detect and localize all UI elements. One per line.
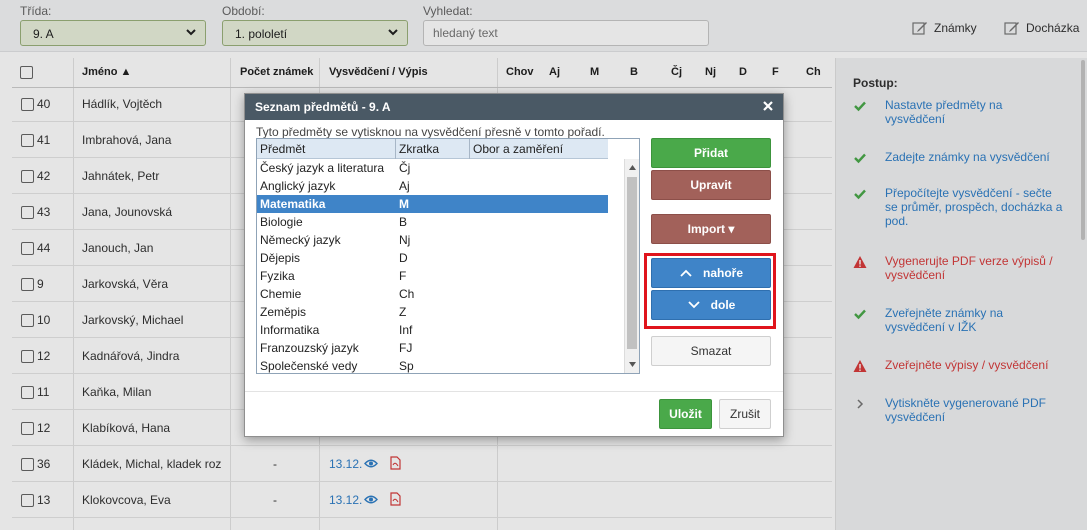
subject-abbr: Ch xyxy=(399,287,415,301)
subject-name: Franzouzský jazyk xyxy=(260,341,359,355)
list-item[interactable]: Společenské vedy Sp xyxy=(257,357,608,373)
subject-abbr: D xyxy=(399,251,408,265)
subject-abbr: Inf xyxy=(399,323,413,337)
subject-abbr: Aj xyxy=(399,179,410,193)
cancel-button[interactable]: Zrušit xyxy=(719,399,771,429)
list-item[interactable]: Fyzika F xyxy=(257,267,608,285)
import-button[interactable]: Import ▾ xyxy=(651,214,771,244)
column-divider xyxy=(469,139,470,159)
subject-name: Chemie xyxy=(260,287,302,301)
cancel-button-label: Zrušit xyxy=(730,407,760,421)
subject-abbr: Čj xyxy=(399,161,411,175)
list-item[interactable]: Informatika Inf xyxy=(257,321,608,339)
subject-abbr: F xyxy=(399,269,407,283)
subject-name: Anglický jazyk xyxy=(260,179,336,193)
dialog-footer-divider xyxy=(245,391,783,392)
delete-button-label: Smazat xyxy=(690,344,732,358)
column-abbr: Zkratka xyxy=(399,142,440,156)
add-button[interactable]: Přidat xyxy=(651,138,771,168)
list-bottom-edge xyxy=(257,373,608,374)
list-item[interactable]: Franzouzský jazyk FJ xyxy=(257,339,608,357)
dialog-description: Tyto předměty se vytisknou na vysvědčení… xyxy=(256,125,605,139)
highlight-frame xyxy=(644,253,776,329)
subject-name: Informatika xyxy=(260,323,320,337)
subject-name: Zeměpis xyxy=(260,305,307,319)
dialog-header: Seznam předmětů - 9. A xyxy=(245,94,783,120)
column-field: Obor a zaměření xyxy=(473,142,564,156)
subject-name: Dějepis xyxy=(260,251,301,265)
scrollbar-thumb[interactable] xyxy=(627,177,637,349)
subject-abbr: M xyxy=(399,197,409,211)
list-header: Předmět Zkratka Obor a zaměření xyxy=(257,139,608,159)
subject-name: Český jazyk a literatura xyxy=(260,161,385,175)
subject-abbr: Nj xyxy=(399,233,411,247)
subject-name: Biologie xyxy=(260,215,303,229)
list-item[interactable]: Biologie B xyxy=(257,213,608,231)
edit-button-label: Upravit xyxy=(690,178,732,192)
subject-name: Společenské vedy xyxy=(260,359,358,373)
close-icon[interactable] xyxy=(761,99,775,113)
subjects-list[interactable]: Předmět Zkratka Obor a zaměření Český ja… xyxy=(256,138,640,374)
subject-name: Fyzika xyxy=(260,269,295,283)
subject-abbr: Sp xyxy=(399,359,414,373)
list-scrollbar[interactable] xyxy=(624,159,639,373)
list-item[interactable]: Zeměpis Z xyxy=(257,303,608,321)
list-item[interactable]: Český jazyk a literatura Čj xyxy=(257,159,608,177)
column-subject: Předmět xyxy=(260,142,306,156)
save-button-label: Uložit xyxy=(669,407,702,421)
import-button-label: Import ▾ xyxy=(687,222,735,236)
subject-abbr: FJ xyxy=(399,341,413,355)
list-item-selected[interactable]: Matematika M xyxy=(257,195,608,213)
save-button[interactable]: Uložit xyxy=(659,399,712,429)
scroll-up-icon[interactable] xyxy=(628,163,637,172)
subject-abbr: B xyxy=(399,215,408,229)
list-item[interactable]: Chemie Ch xyxy=(257,285,608,303)
subject-name: Německý jazyk xyxy=(260,233,341,247)
add-button-label: Přidat xyxy=(693,146,728,160)
delete-button[interactable]: Smazat xyxy=(651,336,771,366)
edit-button[interactable]: Upravit xyxy=(651,170,771,200)
scroll-down-icon[interactable] xyxy=(628,360,637,369)
list-item[interactable]: Dějepis D xyxy=(257,249,608,267)
dialog-title: Seznam předmětů - 9. A xyxy=(255,100,391,114)
column-divider xyxy=(395,139,396,159)
list-item[interactable]: Anglický jazyk Aj xyxy=(257,177,608,195)
subject-name: Matematika xyxy=(260,197,326,211)
list-item[interactable]: Německý jazyk Nj xyxy=(257,231,608,249)
subject-abbr: Z xyxy=(399,305,407,319)
